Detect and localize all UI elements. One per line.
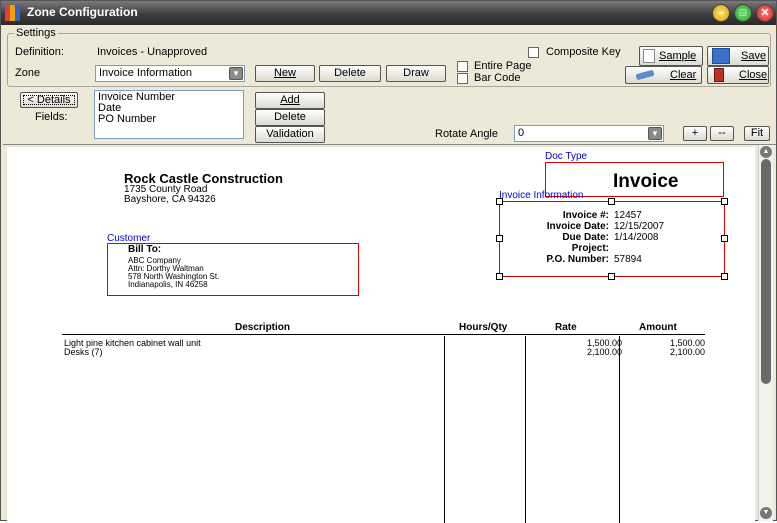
entire-page-checkbox[interactable]: [457, 61, 468, 72]
bill-to-address: ABC Company Attn: Dorthy Waltman 578 Nor…: [128, 257, 219, 289]
fields-list[interactable]: Invoice Number Date PO Number: [94, 90, 244, 139]
definition-value: Invoices - Unapproved: [97, 46, 208, 58]
composite-key-checkbox[interactable]: [528, 47, 539, 58]
column-header-rate: Rate: [555, 322, 577, 333]
invoice-date-value: 12/15/2007: [614, 221, 665, 232]
zone-select[interactable]: Invoice Information ▼: [95, 65, 245, 82]
bar-code-label: Bar Code: [474, 72, 521, 84]
row-amount: 2,100.00: [669, 347, 705, 357]
bill-to-line: Indianapolis, IN 46258: [128, 280, 208, 289]
resize-handle[interactable]: [721, 235, 728, 242]
save-button[interactable]: Save: [707, 46, 769, 66]
definition-label: Definition:: [15, 46, 64, 58]
resize-handle[interactable]: [496, 273, 503, 280]
save-icon: [712, 48, 730, 64]
column-header-description: Description: [235, 322, 291, 333]
scrollbar-thumb[interactable]: [761, 159, 771, 384]
company-address-line2: Bayshore, CA 94326: [124, 194, 216, 205]
app-icon: [5, 5, 21, 21]
table-header: Description Hours/Qty Rate Amount: [62, 321, 705, 335]
due-date-label: Due Date:: [562, 232, 609, 243]
bill-to-label: Bill To:: [128, 244, 162, 255]
rotate-angle-label: Rotate Angle: [435, 128, 498, 140]
row-description: Desks (7): [64, 347, 103, 357]
entire-page-label: Entire Page: [474, 60, 532, 72]
details-button[interactable]: < Details: [20, 92, 78, 108]
fields-label: Fields:: [35, 111, 68, 123]
dropdown-arrow-icon[interactable]: ▼: [229, 67, 243, 80]
due-date-value: 1/14/2008: [614, 232, 659, 243]
resize-handle[interactable]: [721, 273, 728, 280]
zone-label-doc-type: Doc Type: [545, 151, 588, 162]
settings-group-label: Settings: [14, 27, 58, 39]
row-rate: 2,100.00: [586, 347, 622, 357]
dropdown-arrow-icon[interactable]: ▼: [648, 127, 662, 140]
zoom-in-button[interactable]: +: [683, 126, 707, 141]
po-number-label: P.O. Number:: [546, 254, 609, 265]
po-number-value: 57894: [614, 254, 642, 265]
delete-zone-button[interactable]: Delete: [319, 65, 381, 82]
scroll-down-icon[interactable]: ▼: [760, 507, 772, 519]
invoice-date-label: Invoice Date:: [546, 221, 609, 232]
resize-handle[interactable]: [608, 198, 615, 205]
bar-code-checkbox[interactable]: [457, 73, 468, 84]
list-item[interactable]: PO Number: [98, 114, 240, 125]
table-row: Desks (7) 2,100.00 2,100.00: [62, 347, 705, 357]
document-canvas[interactable]: Rock Castle Construction 1735 County Roa…: [3, 144, 776, 523]
draw-zone-button[interactable]: Draw: [386, 65, 446, 82]
sample-button-label: Sample: [659, 50, 697, 62]
zone-label-invoice-information: Invoice Information: [499, 190, 584, 201]
invoice-document: Rock Castle Construction 1735 County Roa…: [7, 147, 755, 523]
rotate-angle-select[interactable]: 0 ▼: [514, 125, 664, 142]
resize-handle[interactable]: [496, 198, 503, 205]
invoice-info-values: 12457 12/15/2007 1/14/2008 57894: [614, 210, 664, 265]
column-divider: [444, 336, 445, 523]
invoice-number-label: Invoice #:: [562, 210, 609, 221]
zone-label: Zone: [15, 67, 41, 79]
window-title: Zone Configuration: [27, 5, 138, 19]
clear-icon: [635, 69, 655, 81]
column-divider: [525, 336, 526, 523]
sample-icon: [643, 49, 655, 63]
close-button-label: Close: [739, 69, 768, 81]
validation-button[interactable]: Validation: [255, 126, 325, 143]
close-button[interactable]: Close: [707, 66, 769, 84]
close-icon[interactable]: ✕: [756, 4, 774, 22]
zoom-out-button[interactable]: --: [710, 126, 734, 141]
title-bar: Zone Configuration – □ ✕: [1, 1, 776, 25]
invoice-heading: Invoice: [613, 171, 679, 192]
invoice-info-labels: Invoice #: Invoice Date: Due Date: Proje…: [527, 210, 609, 265]
column-divider: [619, 336, 620, 523]
rotate-angle-value: 0: [518, 127, 525, 139]
clear-button-label: Clear: [670, 69, 697, 81]
fit-button[interactable]: Fit: [744, 126, 770, 141]
resize-handle[interactable]: [608, 273, 615, 280]
zone-configuration-window: Zone Configuration – □ ✕ Settings Defini…: [0, 0, 777, 523]
delete-field-button[interactable]: Delete: [255, 109, 325, 126]
project-label: Project:: [571, 243, 609, 254]
save-button-label: Save: [741, 50, 767, 62]
column-header-hours: Hours/Qty: [459, 322, 508, 333]
composite-key-label: Composite Key: [546, 46, 621, 58]
zone-select-value: Invoice Information: [99, 67, 192, 79]
add-field-button[interactable]: Add: [255, 92, 325, 109]
sample-button[interactable]: Sample: [639, 46, 703, 66]
column-header-amount: Amount: [639, 322, 677, 333]
minimize-icon[interactable]: –: [712, 4, 730, 22]
maximize-icon[interactable]: □: [734, 4, 752, 22]
new-zone-button[interactable]: New: [255, 65, 315, 82]
clear-button[interactable]: Clear: [625, 66, 702, 84]
close-door-icon: [714, 68, 724, 82]
resize-handle[interactable]: [496, 235, 503, 242]
invoice-number-value: 12457: [614, 210, 642, 221]
scroll-up-icon[interactable]: ▲: [760, 146, 772, 158]
resize-handle[interactable]: [721, 198, 728, 205]
project-value: [614, 243, 664, 254]
vertical-scrollbar[interactable]: ▲ ▼: [758, 145, 773, 521]
